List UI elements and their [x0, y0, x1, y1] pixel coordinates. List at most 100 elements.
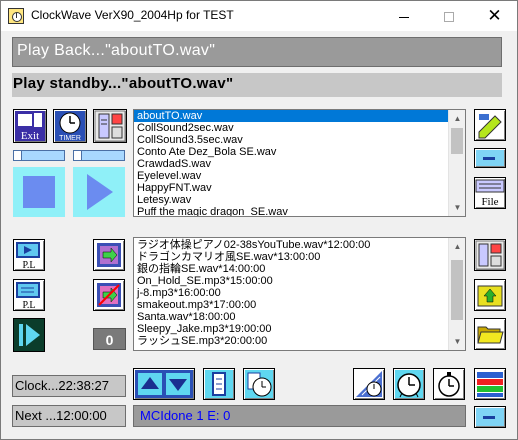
- folder-open-button[interactable]: [474, 318, 506, 350]
- panel-settings-icon: [94, 110, 126, 142]
- remove-from-schedule-button[interactable]: [93, 279, 125, 311]
- color-bars-icon: [477, 372, 503, 397]
- scroll-thumb[interactable]: [451, 260, 463, 320]
- panel-settings-icon: [475, 240, 505, 270]
- app-window: ClockWave VerX90_2004Hp for TEST ✕ Play …: [0, 0, 518, 440]
- exit-icon: Exit: [15, 111, 45, 142]
- color-settings-button[interactable]: [474, 368, 506, 400]
- maximize-icon: [443, 12, 454, 23]
- window-title: ClockWave VerX90_2004Hp for TEST: [31, 8, 234, 22]
- list-item[interactable]: ラジオ体操ピアノ02-38sYouTube.wav*12:00:00: [134, 239, 465, 251]
- stop-icon: [23, 176, 55, 208]
- scroll-down-icon[interactable]: ▼: [449, 199, 465, 216]
- list-item[interactable]: HappyFNT.wav: [134, 182, 465, 194]
- list-item[interactable]: Letesy.wav: [134, 194, 465, 206]
- stopwatch-button[interactable]: [433, 368, 465, 400]
- playlist-save-icon: P.L: [16, 282, 40, 311]
- minus-button-top[interactable]: [474, 148, 506, 168]
- folder-up-icon: [477, 285, 503, 307]
- file-button[interactable]: File: [474, 177, 506, 209]
- scroll-thumb[interactable]: [451, 128, 463, 154]
- playlist-save-button[interactable]: P.L: [13, 279, 45, 311]
- up-down-arrows-icon: [138, 373, 190, 395]
- timer-button[interactable]: TIMER: [53, 109, 87, 143]
- timer-icon: TIMER: [55, 111, 85, 142]
- folder-open-icon: [477, 326, 504, 344]
- list-item[interactable]: Puff the magic dragon_SE.wav: [134, 206, 465, 216]
- play-list-items: aboutTO.wav CollSound2sec.wav CollSound3.5…: [134, 110, 465, 216]
- close-button[interactable]: ✕: [472, 1, 517, 31]
- play-list-scrollbar[interactable]: ▲ ▼: [448, 110, 465, 216]
- settings-panel-button[interactable]: [93, 109, 127, 143]
- list-item[interactable]: 銀の指輪SE.wav*14:00:00: [134, 263, 465, 275]
- list-item[interactable]: ラッシュSE.mp3*20:00:00: [134, 335, 465, 347]
- stopwatch-icon: [438, 372, 460, 397]
- add-to-list-icon: [97, 243, 121, 267]
- volume-slider-left[interactable]: [13, 150, 65, 161]
- play-button[interactable]: [73, 167, 125, 217]
- list-item[interactable]: CollSound2sec.wav: [134, 122, 465, 134]
- volume-slider-right[interactable]: [73, 150, 125, 161]
- schedule-clock-icon: [247, 372, 272, 397]
- repeat-button[interactable]: [203, 368, 235, 400]
- counter-display: 0: [93, 328, 126, 350]
- list-item[interactable]: j-8.mp3*16:00:00: [134, 287, 465, 299]
- minus-icon: [483, 157, 495, 160]
- slider-thumb-left[interactable]: [14, 151, 22, 160]
- settings-panel-button-2[interactable]: [474, 239, 506, 271]
- repeat-icon: [212, 372, 226, 396]
- list-item[interactable]: Sleepy_Jake.mp3*19:00:00: [134, 323, 465, 335]
- minus-icon: [483, 416, 495, 419]
- minus-button-bottom[interactable]: [474, 406, 506, 428]
- playback-status-bar: Play Back..."aboutTO.wav": [12, 37, 502, 67]
- add-to-schedule-button[interactable]: [93, 239, 125, 271]
- close-icon: ✕: [487, 6, 502, 25]
- svg-text:P.L: P.L: [22, 300, 35, 310]
- schedule-timer-button[interactable]: [243, 368, 275, 400]
- list-item[interactable]: smakeout.mp3*17:00:00: [134, 299, 465, 311]
- remove-from-list-icon: [97, 283, 121, 307]
- clock-display: Clock...22:38:27: [12, 375, 126, 397]
- edit-pencil-icon: [476, 111, 504, 139]
- svg-text:Exit: Exit: [21, 130, 39, 142]
- schedule-list-scrollbar[interactable]: ▲ ▼: [448, 238, 465, 350]
- play-icon: [87, 174, 113, 210]
- slider-thumb-right[interactable]: [74, 151, 82, 160]
- stop-button[interactable]: [13, 167, 65, 217]
- playlist-load-button[interactable]: P.L: [13, 239, 45, 271]
- playlist-open-icon: P.L: [16, 242, 40, 271]
- exit-button[interactable]: Exit: [13, 109, 47, 143]
- edit-button[interactable]: [474, 109, 506, 141]
- clock-app-icon: [8, 8, 24, 24]
- list-item[interactable]: CollSound3.5sec.wav: [134, 134, 465, 146]
- list-item[interactable]: Conto Ate Dez_Bola SE.wav: [134, 146, 465, 158]
- list-item[interactable]: ドラゴンカマリオ風SE.wav*13:00:00: [134, 251, 465, 263]
- folder-up-button[interactable]: [474, 279, 506, 311]
- minimize-button[interactable]: [381, 1, 426, 31]
- list-item[interactable]: aboutTO.wav: [134, 110, 465, 122]
- list-item[interactable]: On_Hold_SE.mp3*15:00:00: [134, 275, 465, 287]
- step-play-button[interactable]: [13, 318, 45, 352]
- list-item[interactable]: Eyelevel.wav: [134, 170, 465, 182]
- svg-text:P.L: P.L: [22, 260, 35, 270]
- play-list[interactable]: aboutTO.wav CollSound2sec.wav CollSound3.5…: [133, 109, 466, 217]
- list-item[interactable]: CrawdadS.wav: [134, 158, 465, 170]
- svg-text:File: File: [481, 196, 498, 208]
- standby-text: Play standby..."aboutTO.wav": [13, 75, 234, 92]
- playback-text: Play Back..."aboutTO.wav": [17, 42, 216, 59]
- list-item[interactable]: Santa.wav*18:00:00: [134, 311, 465, 323]
- scroll-up-icon[interactable]: ▲: [449, 110, 465, 127]
- step-play-icon: [19, 324, 40, 346]
- next-display: Next ...12:00:00: [12, 405, 126, 427]
- clock-adjust-button[interactable]: [353, 368, 385, 400]
- scroll-down-icon[interactable]: ▼: [449, 333, 465, 350]
- title-bar: ClockWave VerX90_2004Hp for TEST ✕: [1, 1, 517, 31]
- move-up-down-button[interactable]: [133, 368, 195, 400]
- svg-text:TIMER: TIMER: [59, 135, 81, 142]
- alarm-clock-button[interactable]: [393, 368, 425, 400]
- maximize-button[interactable]: [426, 1, 471, 31]
- schedule-list[interactable]: ラジオ体操ピアノ02-38sYouTube.wav*12:00:00 ドラゴンカマ…: [133, 237, 466, 351]
- clock-adjust-icon: [356, 371, 382, 397]
- scroll-up-icon[interactable]: ▲: [449, 238, 465, 255]
- minimize-icon: [398, 16, 409, 18]
